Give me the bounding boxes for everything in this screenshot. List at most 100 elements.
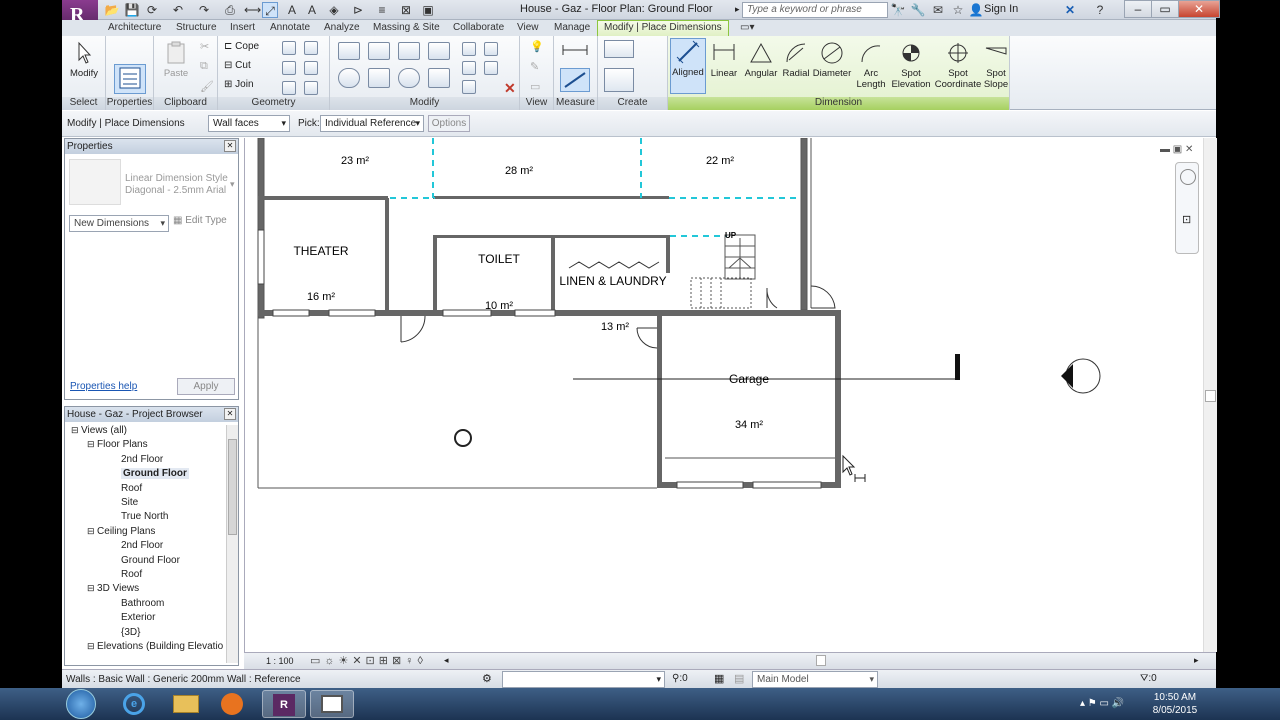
sign-in-link[interactable]: Sign In	[984, 3, 1018, 15]
apply-button[interactable]: Apply	[177, 378, 235, 395]
mirror-draw-icon[interactable]	[428, 42, 450, 60]
offset-icon[interactable]	[368, 42, 390, 60]
properties-tool[interactable]	[114, 64, 146, 94]
measure-between-icon[interactable]	[560, 40, 590, 58]
steering-wheel-icon[interactable]	[1180, 169, 1196, 185]
cope-tool[interactable]: ⊏ Cope	[224, 41, 259, 52]
floor-plan[interactable]: UP 23 m² 28 m² 22 m² THEATER 16 m² TOILE…	[245, 137, 1217, 652]
aligned-dimension-qat-icon[interactable]: ⤢	[262, 2, 278, 18]
split-face-icon[interactable]	[282, 41, 296, 55]
aligned-tool[interactable]: Aligned	[670, 38, 706, 94]
delete-icon[interactable]: ✕	[504, 80, 516, 97]
revit-taskbar-button[interactable]: R	[262, 690, 306, 718]
options-button[interactable]: Options	[428, 115, 470, 132]
taskbar-clock[interactable]: 10:50 AM 8/05/2015	[1140, 691, 1210, 717]
internet-explorer-icon[interactable]: e	[112, 690, 156, 718]
elevation-marker[interactable]	[1061, 358, 1101, 394]
tab-modify-place-dimensions[interactable]: Modify | Place Dimensions	[597, 20, 729, 36]
modify-tool[interactable]: Modify	[66, 40, 102, 79]
create-similar-icon[interactable]	[604, 40, 634, 58]
create-group-icon[interactable]	[604, 68, 634, 92]
browser-scroll-thumb[interactable]	[228, 439, 237, 535]
type-dropdown-icon[interactable]: ▾	[230, 179, 235, 190]
browser-folder-item[interactable]: ⊟ 3D Views	[87, 583, 139, 594]
trim-extend-icon[interactable]	[428, 68, 450, 88]
search-input[interactable]: Type a keyword or phrase	[742, 2, 888, 18]
paint-icon[interactable]	[304, 41, 318, 55]
aligned-dimension-measure-icon[interactable]	[560, 68, 590, 92]
angular-tool[interactable]: Angular	[742, 40, 780, 79]
open-icon[interactable]: 📂	[104, 2, 120, 18]
cut-tool[interactable]: ⊟ Cut	[224, 60, 251, 71]
tab-annotate[interactable]: Annotate	[270, 21, 310, 35]
measure-qat-icon[interactable]: ⟷	[244, 2, 261, 18]
pick-select[interactable]: Individual Reference	[320, 115, 424, 132]
tab-collaborate[interactable]: Collaborate	[453, 21, 504, 35]
worksets-icon[interactable]: ⚙	[482, 672, 492, 685]
hscroll-right-icon[interactable]: ▸	[1194, 655, 1199, 666]
undo-icon[interactable]: ↶	[170, 2, 186, 18]
3d-view-icon[interactable]: ◈	[326, 2, 342, 18]
media-player-icon[interactable]	[210, 690, 254, 718]
close-button[interactable]: ✕	[1178, 0, 1220, 18]
align-icon[interactable]	[338, 42, 360, 60]
remove-paint-icon[interactable]	[304, 81, 318, 95]
pin-icon[interactable]	[484, 42, 498, 56]
diameter-tool[interactable]: Diameter	[812, 40, 852, 79]
copy-clip-icon[interactable]: ⧉	[200, 60, 208, 73]
communication-icon[interactable]: ✉	[930, 2, 946, 18]
scale-label[interactable]: 1 : 100	[266, 656, 294, 666]
canvas-vscroll-thumb[interactable]	[1205, 390, 1216, 402]
tab-analyze[interactable]: Analyze	[324, 21, 360, 35]
view-control-icons[interactable]: ▭☼☀✕⊡⊞⊠♀◊	[310, 654, 427, 667]
binoculars-icon[interactable]: 🔭	[890, 2, 906, 18]
close-properties-icon[interactable]: ✕	[224, 140, 236, 152]
move-icon[interactable]	[338, 68, 360, 88]
switch-windows-icon[interactable]: ▣	[420, 2, 436, 18]
tab-manage[interactable]: Manage	[554, 21, 590, 35]
demolish-icon[interactable]	[304, 61, 318, 75]
radial-tool[interactable]: Radial	[780, 40, 812, 79]
canvas-vscrollbar[interactable]	[1203, 138, 1217, 652]
browser-view-item[interactable]: Bathroom	[121, 598, 164, 609]
mirror-axis-icon[interactable]	[398, 42, 420, 60]
start-button[interactable]	[66, 689, 96, 719]
text-icon[interactable]: A	[304, 2, 320, 18]
redo-icon[interactable]: ↷	[196, 2, 212, 18]
pencil-icon[interactable]: ✎	[530, 60, 539, 73]
linework-icon[interactable]: ▭	[530, 80, 540, 93]
zoom-icon[interactable]: ⊡	[1182, 213, 1191, 226]
unpin-icon[interactable]	[484, 61, 498, 75]
sync-icon[interactable]: ⟳	[144, 2, 160, 18]
browser-folder-item[interactable]: ⊟ Elevations (Building Elevatio	[87, 641, 223, 652]
collapse-icon[interactable]: ⊟	[87, 583, 97, 593]
collapse-icon[interactable]: ⊟	[87, 439, 97, 449]
browser-folder-item[interactable]: ⊟ Floor Plans	[87, 439, 148, 450]
unjoin-icon[interactable]	[282, 81, 296, 95]
file-explorer-icon[interactable]	[164, 690, 208, 718]
collapse-icon[interactable]: ⊟	[87, 641, 97, 651]
favorites-icon[interactable]: ☆	[950, 2, 966, 18]
join-tool[interactable]: ⊞ Join	[224, 79, 254, 90]
instance-filter-select[interactable]: New Dimensions	[69, 215, 169, 232]
arc-length-tool[interactable]: Arc Length	[854, 40, 888, 90]
split-icon[interactable]	[462, 42, 476, 56]
workset-select[interactable]	[502, 671, 665, 688]
tab-insert[interactable]: Insert	[230, 21, 255, 35]
browser-view-item[interactable]: 2nd Floor	[121, 540, 163, 551]
exclude-options-icon[interactable]: ▤	[734, 672, 744, 685]
tag-icon[interactable]: A	[284, 2, 300, 18]
cut-clip-icon[interactable]: ✂	[200, 40, 209, 53]
print-icon[interactable]: ⎙	[222, 2, 238, 18]
design-option-select[interactable]: Main Model	[752, 671, 878, 688]
browser-view-item[interactable]: Exterior	[121, 612, 155, 623]
copy-icon[interactable]	[368, 68, 390, 88]
browser-view-item[interactable]: Ground Floor	[121, 555, 180, 566]
tab-structure[interactable]: Structure	[176, 21, 217, 35]
view-window-controls[interactable]: ▬ ▣ ✕	[1160, 144, 1193, 155]
thin-lines-icon[interactable]: ≡	[374, 2, 390, 18]
spot-elevation-tool[interactable]: Spot Elevation	[890, 40, 932, 90]
paste-tool[interactable]: Paste	[158, 40, 194, 79]
browser-view-item[interactable]: Site	[121, 497, 138, 508]
tray-icons[interactable]: ▴ ⚑ ▭ 🔊	[1080, 698, 1124, 709]
